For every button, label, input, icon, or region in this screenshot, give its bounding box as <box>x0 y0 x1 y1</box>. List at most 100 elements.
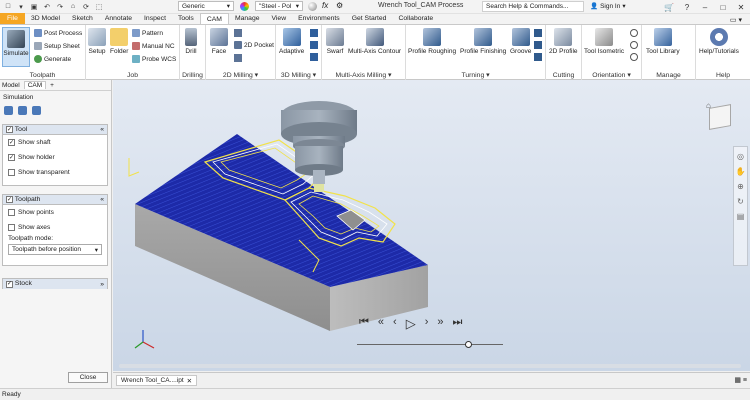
parameters-icon[interactable]: fx <box>322 1 328 10</box>
next-operation-icon[interactable]: › <box>425 316 429 332</box>
close-icon[interactable]: ✕ <box>732 0 750 14</box>
show-axes-option[interactable]: Show axes <box>3 220 107 235</box>
cart-icon[interactable]: 🛒 <box>660 0 678 14</box>
timeline-slider[interactable] <box>357 341 503 348</box>
update-icon[interactable]: ⟳ <box>81 2 91 11</box>
tool-section-header[interactable]: ✓ Tool « <box>3 125 107 135</box>
drill-button[interactable]: Drill <box>185 28 197 55</box>
show-shaft-checkbox[interactable]: ✓ <box>8 139 15 146</box>
expand-icon[interactable]: » <box>100 281 104 288</box>
tool-mode-icon[interactable] <box>4 105 13 115</box>
save-icon[interactable]: ▣ <box>29 2 39 11</box>
tab-environments[interactable]: Environments <box>292 13 346 24</box>
tab-menu-icon[interactable]: ▦ ≡ <box>734 376 747 384</box>
toolpath-section-checkbox[interactable]: ✓ <box>6 196 13 204</box>
stock-section-header[interactable]: ✓ Stock » <box>3 279 107 289</box>
tool-isometric-button[interactable]: Tool Isometric <box>584 28 624 55</box>
appearance-preset-combo[interactable]: Generic ▾ <box>178 1 234 11</box>
tools-icon[interactable]: ⚙ <box>336 1 343 10</box>
2d-profile-button[interactable]: 2D Profile <box>549 28 578 55</box>
tab-cam[interactable]: CAM <box>199 13 229 24</box>
view-icon-3[interactable] <box>630 53 638 61</box>
show-axes-checkbox[interactable] <box>8 224 15 231</box>
undo-icon[interactable]: ↶ <box>42 2 52 11</box>
face-button[interactable]: Face <box>210 28 228 55</box>
tool-library-button[interactable]: Tool Library <box>646 28 680 55</box>
color-wheel-icon[interactable] <box>240 2 249 11</box>
view-icon-2[interactable] <box>630 41 638 49</box>
tab-view[interactable]: View <box>266 13 293 24</box>
select-icon[interactable]: ⬚ <box>94 2 104 11</box>
adaptive-button[interactable]: Adaptive <box>279 28 304 55</box>
groove-button[interactable]: Groove <box>510 28 531 55</box>
collapse-icon[interactable]: « <box>100 196 104 203</box>
tool-section-checkbox[interactable]: ✓ <box>6 126 13 134</box>
open-icon[interactable]: ▾ <box>16 2 26 11</box>
setup-sheet-button[interactable]: Setup Sheet <box>34 42 80 50</box>
toolpath-mode-select[interactable]: Toolpath before position ▾ <box>8 244 102 255</box>
2d-op-icon-2[interactable] <box>234 54 242 62</box>
view-icon-1[interactable] <box>630 29 638 37</box>
setup-button[interactable]: Setup <box>88 28 106 55</box>
tab-model-browser[interactable]: Model <box>2 82 20 89</box>
3d-viewport[interactable]: ⏮ « ‹ ▷ › » ⏭ ⌂ ◎ ✋ ⊕ ↻ ▤ <box>113 80 750 371</box>
2d-milling-panel-title[interactable]: 2D Milling ▾ <box>206 71 275 79</box>
add-tab-button[interactable]: + <box>50 82 54 89</box>
home-icon[interactable]: ⌂ <box>68 2 78 11</box>
new-icon[interactable]: □ <box>3 2 13 11</box>
orientation-panel-title[interactable]: Orientation ▾ <box>582 71 641 79</box>
toolpath-section-header[interactable]: ✓ Toolpath « <box>3 195 107 205</box>
3d-op-icon-3[interactable] <box>310 53 318 61</box>
turning-panel-title[interactable]: Turning ▾ <box>406 71 545 79</box>
step-back-icon[interactable]: « <box>378 316 384 332</box>
pan-icon[interactable]: ✋ <box>736 167 746 176</box>
manual-nc-button[interactable]: Manual NC <box>132 42 175 50</box>
stock-section-checkbox[interactable]: ✓ <box>6 280 13 288</box>
multi-axis-contour-button[interactable]: Multi-Axis Contour <box>348 28 401 55</box>
3d-op-icon-2[interactable] <box>310 41 318 49</box>
look-at-icon[interactable]: ▤ <box>737 212 745 221</box>
collapse-icon[interactable]: « <box>100 126 104 133</box>
show-transparent-option[interactable]: Show transparent <box>3 165 107 180</box>
2d-op-icon-1[interactable] <box>234 29 242 37</box>
skip-to-end-icon[interactable]: ⏭ <box>453 316 463 332</box>
viewport-scrollbar[interactable] <box>119 364 741 368</box>
zoom-icon[interactable]: ⊕ <box>737 182 744 191</box>
orbit-icon[interactable]: ↻ <box>737 197 744 206</box>
material-combo[interactable]: "Steel - Pol ▾ <box>255 1 303 11</box>
show-transparent-checkbox[interactable] <box>8 169 15 176</box>
show-shaft-option[interactable]: ✓ Show shaft <box>3 135 107 150</box>
folder-button[interactable]: Folder <box>110 28 128 55</box>
show-points-checkbox[interactable] <box>8 209 15 216</box>
show-holder-checkbox[interactable]: ✓ <box>8 154 15 161</box>
tab-file[interactable]: File <box>0 13 25 24</box>
sign-in-button[interactable]: 👤 Sign In ▾ <box>590 2 626 11</box>
document-tab[interactable]: Wrench Tool_CA....ipt ✕ <box>116 375 198 386</box>
play-icon[interactable]: ▷ <box>406 316 416 332</box>
home-view-icon[interactable]: ⌂ <box>706 101 711 110</box>
probe-wcs-button[interactable]: Probe WCS <box>132 55 176 63</box>
show-holder-option[interactable]: ✓ Show holder <box>3 150 107 165</box>
close-tab-icon[interactable]: ✕ <box>187 377 192 385</box>
multi-axis-panel-title[interactable]: Multi-Axis Milling ▾ <box>322 71 405 79</box>
swarf-button[interactable]: Swarf <box>326 28 344 55</box>
tab-collaborate[interactable]: Collaborate <box>392 13 439 24</box>
tab-sketch[interactable]: Sketch <box>66 13 99 24</box>
pattern-button[interactable]: Pattern <box>132 29 163 37</box>
timeline-thumb[interactable] <box>465 341 472 348</box>
tab-cam-browser[interactable]: CAM <box>23 81 47 89</box>
help-icon[interactable]: ? <box>678 0 696 14</box>
2d-pocket-button[interactable]: 2D Pocket <box>234 41 274 49</box>
turning-op-icon-1[interactable] <box>534 29 542 37</box>
stock-mode-icon[interactable] <box>32 105 41 115</box>
3d-milling-panel-title[interactable]: 3D Milling ▾ <box>276 71 321 79</box>
tab-manage[interactable]: Manage <box>229 13 266 24</box>
show-points-option[interactable]: Show points <box>3 205 107 220</box>
help-tutorials-button[interactable]: Help/Tutorials <box>699 28 739 55</box>
redo-icon[interactable]: ↷ <box>55 2 65 11</box>
minimize-icon[interactable]: – <box>696 0 714 14</box>
tab-tools[interactable]: Tools <box>172 13 200 24</box>
tab-get-started[interactable]: Get Started <box>346 13 393 24</box>
maximize-icon[interactable]: □ <box>714 0 732 14</box>
toolpath-mode-icon[interactable] <box>18 105 27 115</box>
